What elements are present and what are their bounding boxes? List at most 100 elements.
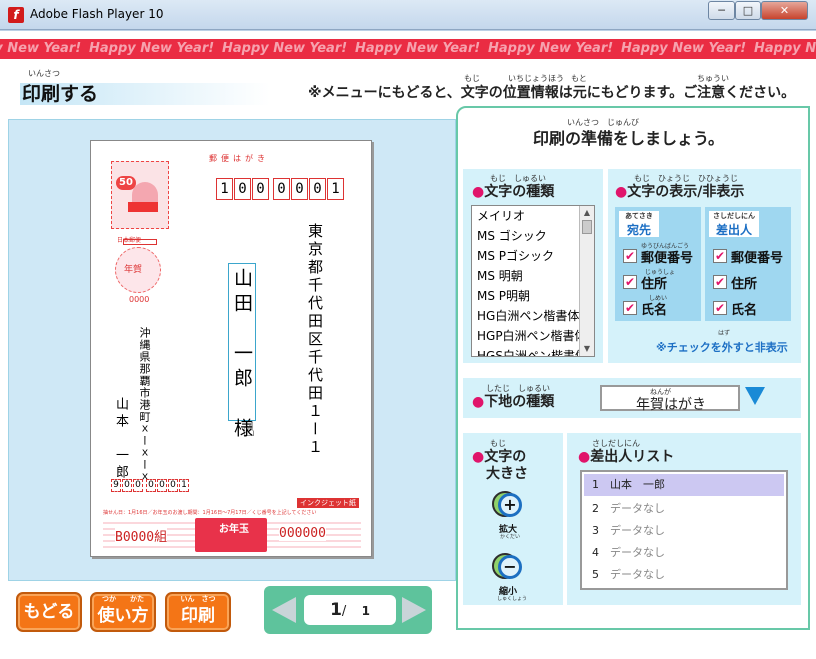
sender-header: さしだしにん 差出人 xyxy=(709,211,759,237)
display-title: ●文字の表示/非表示 xyxy=(615,184,745,200)
font-item[interactable]: MS ゴシック xyxy=(472,226,594,246)
print-button[interactable]: いん さつ 印刷 xyxy=(165,592,231,632)
howto-ruby: つか かた xyxy=(102,595,144,603)
notice-text: ※メニューにもどると、文字の位置情報は元にもどります。ご注意ください。 xyxy=(308,85,796,101)
dest-address-checkbox[interactable]: ✔ xyxy=(623,275,637,289)
sender-zip-checkbox[interactable]: ✔ xyxy=(713,249,727,263)
zip-digit: 9 xyxy=(111,479,121,492)
next-page-arrow-icon[interactable] xyxy=(402,597,426,623)
background-value: 年賀はがき xyxy=(636,397,706,413)
dest-column: あてさき 宛先 ゆうびんばんごう ✔ 郵便番号 じゅうしょ ✔ 住所 しめい ✔… xyxy=(615,207,701,321)
font-item[interactable]: MS Pゴシック xyxy=(472,246,594,266)
font-type-title: ●文字の種類 xyxy=(472,184,555,200)
dest-zip-label: 郵便番号 xyxy=(641,251,694,266)
lottery-bar xyxy=(123,239,157,245)
sender-list-item[interactable]: 1 山本 一郎 xyxy=(584,474,784,496)
font-item[interactable]: HGP白洲ペン楷書体 xyxy=(472,326,594,346)
zip-digit: 1 xyxy=(216,178,233,200)
dropdown-arrow-icon[interactable] xyxy=(745,387,765,405)
lottery-id-left: B0000組 xyxy=(115,526,168,545)
flash-player-icon: f xyxy=(8,7,24,23)
postage-stamp: 50 xyxy=(111,161,169,229)
font-item[interactable]: HGS白洲ペン楷書体 xyxy=(472,346,594,356)
new-year-banner: Happy New Year!Happy New Year!Happy New … xyxy=(0,39,816,59)
page-current: 1 xyxy=(330,600,342,620)
lottery-number: 0000 xyxy=(129,295,150,304)
dest-address-label: 住所 xyxy=(641,277,668,292)
zip-digit: 0 xyxy=(146,479,156,492)
zip-digit: 0 xyxy=(157,479,167,492)
zoom-out-ruby: しゅくしょう xyxy=(497,596,528,602)
sender-list-item[interactable]: 4 データなし xyxy=(584,542,784,564)
otoshidama-label: お年玉 xyxy=(219,524,249,535)
sender-name-checkbox[interactable]: ✔ xyxy=(713,301,727,315)
sender-name[interactable]: 山本 一郎 xyxy=(113,397,128,482)
dest-header: あてさき 宛先 xyxy=(619,211,659,237)
font-list[interactable]: メイリオ MS ゴシック MS Pゴシック MS 明朝 MS P明朝 HG白洲ペ… xyxy=(471,205,595,357)
lottery-id-right: 000000 xyxy=(279,526,326,541)
postcard-header: 郵便はがき xyxy=(209,154,269,163)
font-item[interactable]: MS P明朝 xyxy=(472,286,594,306)
zoom-in-ruby: かくだい xyxy=(500,534,521,540)
sender-list-title: ●差出人リスト xyxy=(578,449,675,465)
sender-list-item[interactable]: 3 データなし xyxy=(584,520,784,542)
recipient-name-selection[interactable]: 山田 一郎 様 xyxy=(228,263,256,443)
dest-name-checkbox[interactable]: ✔ xyxy=(623,301,637,315)
dest-zip-checkbox[interactable]: ✔ xyxy=(623,249,637,263)
lottery-plum-icon: 年賀 xyxy=(115,247,161,293)
zip-digit: 0 xyxy=(252,178,269,200)
zoom-in-button[interactable]: + xyxy=(492,487,526,521)
font-item[interactable]: HG白洲ペン楷書体 xyxy=(472,306,594,326)
sender-address[interactable]: 沖縄県那覇市港町ｘーｘーｘ xyxy=(138,327,151,483)
display-note: ※チェックを外すと非表示 xyxy=(656,341,788,354)
recipient-zip: 1 0 0 0 0 0 1 xyxy=(216,178,344,200)
sender-list[interactable]: 1 山本 一郎 2 データなし 3 データなし 4 データなし 5 データなし xyxy=(580,470,788,590)
fine-print: 抽せん日：1月16日／お年玉のお渡し期間：1月16日〜7月17日／くじ番号を上記… xyxy=(103,510,317,516)
zip-digit: 0 xyxy=(168,479,178,492)
inkjet-label: インクジェット紙 xyxy=(297,498,359,508)
zip-digit: 0 xyxy=(234,178,251,200)
page-total: 1 xyxy=(361,604,370,618)
minimize-button[interactable]: ─ xyxy=(708,1,735,20)
zoom-out-button[interactable]: − xyxy=(492,549,526,583)
font-item[interactable]: メイリオ xyxy=(472,206,594,226)
prev-page-arrow-icon[interactable] xyxy=(272,597,296,623)
hand-cursor-icon: ☝ xyxy=(243,417,256,441)
sender-address-label: 住所 xyxy=(731,277,758,292)
page-separator: / xyxy=(341,604,347,619)
stamp-stand xyxy=(128,202,158,212)
howto-button[interactable]: つか かた 使い方 xyxy=(90,592,156,632)
zip-digit: 0 xyxy=(291,178,308,200)
zip-digit: 0 xyxy=(133,479,143,492)
page-indicator: 1/ 1 xyxy=(304,595,396,625)
dest-name-label: 氏名 xyxy=(641,303,668,318)
sender-column: さしだしにん 差出人 ✔ 郵便番号 ✔ 住所 ✔ 氏名 xyxy=(705,207,791,321)
background-select[interactable]: ねんが 年賀はがき xyxy=(600,385,740,413)
sender-name-label: 氏名 xyxy=(731,303,758,318)
scroll-thumb[interactable] xyxy=(582,220,592,234)
note-ruby: はず xyxy=(718,330,731,337)
print-ruby: いん さつ xyxy=(180,595,216,603)
text-size-title-2: 大きさ xyxy=(486,466,528,482)
back-button[interactable]: もどる xyxy=(16,592,82,632)
recipient-address[interactable]: 東京都千代田区千代田１ー１ xyxy=(306,223,324,457)
sender-list-item[interactable]: 5 データなし xyxy=(584,564,784,586)
zip-digit: 0 xyxy=(273,178,290,200)
zip-digit: 0 xyxy=(122,479,132,492)
scroll-up-icon[interactable]: ▲ xyxy=(580,206,594,220)
close-button[interactable]: ✕ xyxy=(761,1,808,20)
zip-digit: 1 xyxy=(179,479,189,492)
lottery-strip: B0000組 お年玉 000000 xyxy=(103,518,361,552)
sender-zip-label: 郵便番号 xyxy=(731,251,784,266)
sender-list-item[interactable]: 2 データなし xyxy=(584,498,784,520)
maximize-button[interactable]: □ xyxy=(735,1,761,20)
sender-address-checkbox[interactable]: ✔ xyxy=(713,275,727,289)
scroll-down-icon[interactable]: ▼ xyxy=(580,342,594,356)
window-title: Adobe Flash Player 10 xyxy=(30,7,164,21)
page-title: 印刷する xyxy=(22,83,99,105)
font-list-scrollbar[interactable]: ▲ ▼ xyxy=(579,206,594,356)
lottery-label: 年賀 xyxy=(124,265,143,275)
flash-content: Happy New Year!Happy New Year!Happy New … xyxy=(0,31,816,659)
print-label: 印刷 xyxy=(181,606,215,626)
font-item[interactable]: MS 明朝 xyxy=(472,266,594,286)
